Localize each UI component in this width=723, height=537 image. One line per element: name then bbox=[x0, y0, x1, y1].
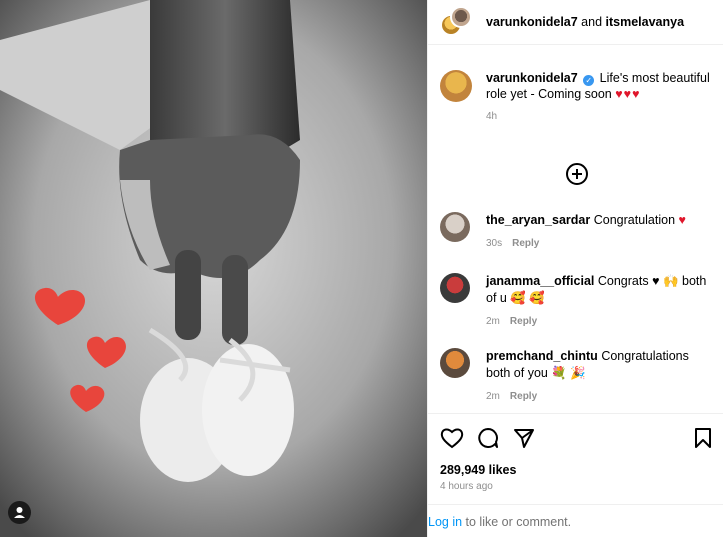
comment-age: 2m bbox=[486, 391, 500, 402]
heart-outline-icon[interactable] bbox=[440, 427, 464, 449]
comment-username[interactable]: the_aryan_sardar bbox=[486, 213, 590, 227]
verified-badge-icon: ✓ bbox=[583, 75, 595, 86]
comment-text: Congrats bbox=[597, 274, 649, 288]
header-avatars[interactable] bbox=[440, 6, 472, 38]
login-prompt: Log in to like or comment. bbox=[428, 504, 723, 537]
comment-item: premchand_chintu Congratulations both of… bbox=[440, 348, 716, 405]
tagged-people-button[interactable] bbox=[8, 501, 31, 524]
comment-age: 30s bbox=[486, 238, 503, 249]
reply-button[interactable]: Reply bbox=[510, 316, 537, 327]
post-caption: varunkonidela7 ✓ Life's most beautiful r… bbox=[440, 70, 712, 125]
caption-username[interactable]: varunkonidela7 bbox=[486, 71, 578, 85]
post-header: varunkonidela7 and itsmelavanya bbox=[428, 0, 723, 45]
post-photo-image bbox=[0, 0, 427, 537]
reply-button[interactable]: Reply bbox=[510, 391, 537, 402]
comment-item: the_aryan_sardar Congratulation ♥ 30s Rep… bbox=[440, 212, 716, 252]
post-actions bbox=[428, 413, 723, 459]
header-user2[interactable]: itsmelavanya bbox=[606, 15, 685, 29]
comment-username[interactable]: premchand_chintu bbox=[486, 349, 598, 363]
header-joiner: and bbox=[577, 15, 606, 29]
avatar[interactable] bbox=[440, 212, 470, 242]
comment-username[interactable]: janamma__official bbox=[486, 274, 594, 288]
avatar[interactable] bbox=[440, 348, 470, 378]
comment-age: 2m bbox=[486, 316, 500, 327]
heart-emoji: ♥♥♥ bbox=[615, 87, 641, 101]
post-time[interactable]: 4 hours ago bbox=[440, 481, 493, 492]
login-link[interactable]: Log in bbox=[428, 515, 462, 529]
caption-age: 4h bbox=[486, 111, 498, 122]
heart-emoji: ♥ bbox=[678, 213, 687, 227]
likes-count[interactable]: 289,949 likes bbox=[440, 463, 516, 477]
load-more-comments-button[interactable] bbox=[566, 163, 588, 185]
comment-item: janamma__official Congrats ♥ 🙌 both of u… bbox=[440, 273, 716, 330]
reply-button[interactable]: Reply bbox=[512, 238, 539, 249]
avatar[interactable] bbox=[450, 6, 472, 28]
login-rest: to like or comment. bbox=[462, 515, 572, 529]
speech-bubble-icon[interactable] bbox=[477, 427, 499, 449]
header-usernames: varunkonidela7 and itsmelavanya bbox=[486, 15, 684, 29]
paper-plane-icon[interactable] bbox=[513, 427, 535, 449]
avatar[interactable] bbox=[440, 273, 470, 303]
avatar[interactable] bbox=[440, 70, 472, 102]
comment-emoji: 💐 🎉 bbox=[551, 366, 586, 380]
post-panel: varunkonidela7 and itsmelavanya varunkon… bbox=[427, 0, 723, 537]
header-user1[interactable]: varunkonidela7 bbox=[486, 15, 578, 29]
bookmark-icon[interactable] bbox=[694, 427, 712, 449]
person-tag-icon bbox=[14, 507, 25, 518]
comment-text: Congratulation bbox=[593, 213, 676, 227]
post-photo bbox=[0, 0, 427, 537]
